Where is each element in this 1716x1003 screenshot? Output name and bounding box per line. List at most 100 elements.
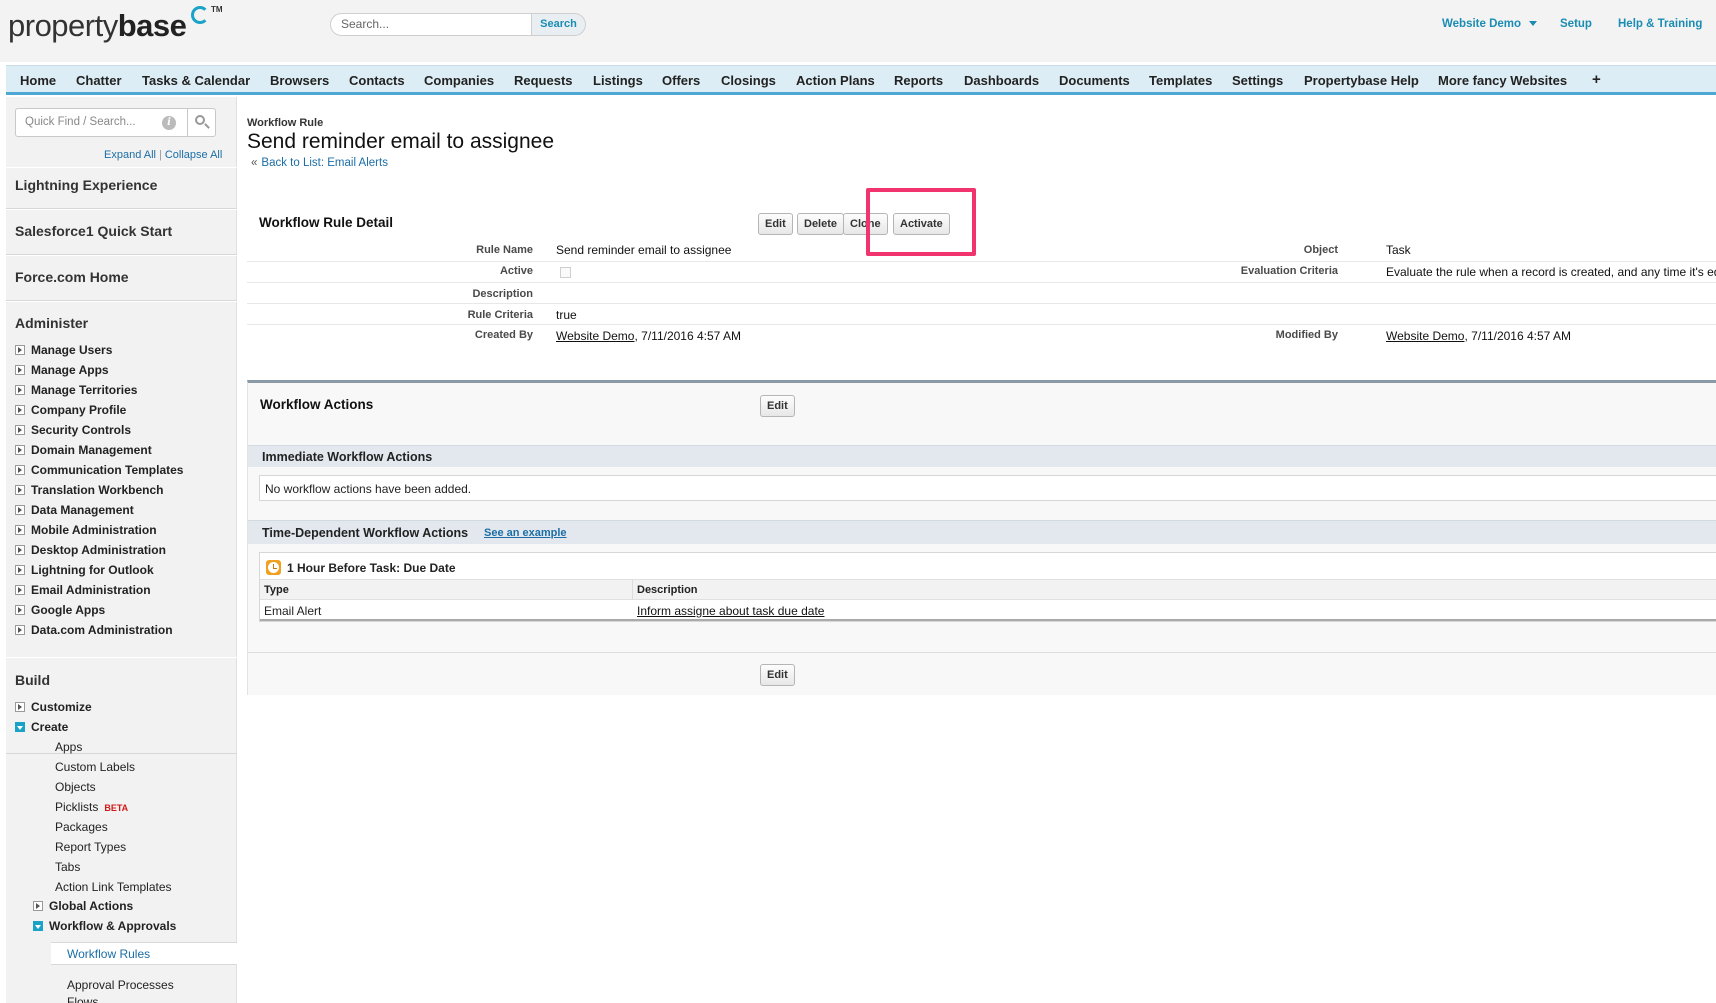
created-by-user-link[interactable]: Website Demo — [556, 329, 634, 343]
sidebar-item-flows[interactable]: Flows — [67, 995, 98, 1003]
delete-button[interactable]: Delete — [797, 213, 845, 235]
expand-icon — [15, 702, 25, 712]
immediate-actions-box: No workflow actions have been added. — [259, 475, 1716, 501]
sidebar-item-mobile-administration[interactable]: Mobile Administration — [15, 523, 157, 537]
tab-home[interactable]: Home — [20, 73, 56, 88]
time-dependent-actions-header: Time-Dependent Workflow Actions See an e… — [248, 520, 1716, 544]
sidebar-section-salesforce1[interactable]: Salesforce1 Quick Start — [6, 209, 237, 255]
modified-by-user-link[interactable]: Website Demo — [1386, 329, 1464, 343]
workflow-actions-panel: Workflow Actions Edit Immediate Workflow… — [247, 380, 1716, 695]
tab-tasks-calendar[interactable]: Tasks & Calendar — [142, 73, 250, 88]
workflow-actions-bottom-edit-button[interactable]: Edit — [760, 664, 795, 686]
expand-icon — [15, 565, 25, 575]
tab-listings[interactable]: Listings — [593, 73, 643, 88]
tab-settings[interactable]: Settings — [1232, 73, 1283, 88]
setup-sidebar: Quick Find / Search... i Expand All | Coll… — [6, 97, 237, 1003]
sidebar-item-communication-templates[interactable]: Communication Templates — [15, 463, 183, 477]
email-alert-link[interactable]: Inform assigne about task due date — [637, 604, 824, 618]
expand-icon — [15, 545, 25, 555]
col-description: Description — [637, 584, 698, 596]
sidebar-item-action-link-templates[interactable]: Action Link Templates — [55, 880, 172, 894]
sidebar-item-domain-management[interactable]: Domain Management — [15, 443, 152, 457]
expand-icon — [15, 425, 25, 435]
page-title: Send reminder email to assignee — [247, 130, 555, 153]
sidebar-item-data-management[interactable]: Data Management — [15, 503, 134, 517]
user-menu[interactable]: Website Demo — [1442, 18, 1538, 30]
info-icon[interactable]: i — [162, 116, 176, 130]
col-type: Type — [264, 584, 289, 596]
tab-requests[interactable]: Requests — [514, 73, 573, 88]
workflow-actions-edit-button[interactable]: Edit — [760, 395, 795, 417]
sidebar-item-global-actions[interactable]: Global Actions — [33, 899, 133, 913]
tab-browsers[interactable]: Browsers — [270, 73, 329, 88]
expand-icon — [15, 485, 25, 495]
sidebar-item-workflow-rules[interactable]: Workflow Rules — [51, 942, 237, 965]
tab-propertybase-help[interactable]: Propertybase Help — [1304, 73, 1419, 88]
tab-reports[interactable]: Reports — [894, 73, 943, 88]
app-header: propertybase TM Search... Search Website… — [0, 0, 1716, 62]
sidebar-item-manage-territories[interactable]: Manage Territories — [15, 383, 137, 397]
global-search-input[interactable]: Search... — [330, 13, 532, 36]
tab-contacts[interactable]: Contacts — [349, 73, 405, 88]
sidebar-item-manage-users[interactable]: Manage Users — [15, 343, 112, 357]
sidebar-item-translation-workbench[interactable]: Translation Workbench — [15, 483, 163, 497]
workflow-actions-title: Workflow Actions — [260, 397, 374, 412]
sidebar-item-manage-apps[interactable]: Manage Apps — [15, 363, 109, 377]
sidebar-item-apps[interactable]: Apps — [55, 740, 82, 754]
expand-icon — [15, 445, 25, 455]
sidebar-section-lightning[interactable]: Lightning Experience — [6, 167, 237, 209]
tab-documents[interactable]: Documents — [1059, 73, 1130, 88]
sidebar-item-packages[interactable]: Packages — [55, 820, 108, 834]
sidebar-item-datacom-administration[interactable]: Data.com Administration — [15, 623, 173, 637]
modified-by-value: Website Demo, 7/11/2016 4:57 AM — [1386, 329, 1572, 343]
back-to-list-link[interactable]: «Back to List: Email Alerts — [251, 157, 388, 169]
sidebar-section-force-home[interactable]: Force.com Home — [6, 255, 237, 301]
sidebar-item-objects[interactable]: Objects — [55, 780, 96, 794]
sidebar-item-lightning-for-outlook[interactable]: Lightning for Outlook — [15, 563, 154, 577]
edit-button[interactable]: Edit — [758, 213, 793, 235]
quick-find-search-button[interactable] — [187, 108, 216, 137]
object-value: Task — [1386, 243, 1411, 257]
sidebar-item-security-controls[interactable]: Security Controls — [15, 423, 131, 437]
collapse-all-link[interactable]: Collapse All — [165, 149, 222, 161]
expand-icon — [15, 345, 25, 355]
help-training-link[interactable]: Help & Training — [1618, 18, 1702, 30]
sidebar-item-report-types[interactable]: Report Types — [55, 840, 126, 854]
no-actions-message: No workflow actions have been added. — [265, 482, 472, 496]
tab-closings[interactable]: Closings — [721, 73, 776, 88]
setup-link[interactable]: Setup — [1560, 18, 1592, 30]
expand-icon — [15, 465, 25, 475]
sidebar-item-approval-processes[interactable]: Approval Processes — [67, 978, 174, 992]
detail-section-title: Workflow Rule Detail — [259, 215, 394, 230]
sidebar-item-create[interactable]: Create — [15, 720, 68, 734]
add-tab-icon[interactable]: + — [1592, 71, 1601, 88]
sidebar-item-desktop-administration[interactable]: Desktop Administration — [15, 543, 166, 557]
tab-companies[interactable]: Companies — [424, 73, 494, 88]
expand-all-link[interactable]: Expand All — [104, 149, 156, 161]
tab-chatter[interactable]: Chatter — [76, 73, 122, 88]
tab-action-plans[interactable]: Action Plans — [796, 73, 875, 88]
expand-icon — [15, 625, 25, 635]
sidebar-item-custom-labels[interactable]: Custom Labels — [55, 760, 135, 774]
sidebar-item-picklists[interactable]: Picklists BETA — [55, 800, 128, 814]
global-search-button[interactable]: Search — [532, 13, 586, 36]
row-type: Email Alert — [264, 604, 322, 618]
collapse-icon — [15, 722, 25, 732]
sidebar-item-email-administration[interactable]: Email Administration — [15, 583, 151, 597]
sidebar-item-customize[interactable]: Customize — [15, 700, 92, 714]
tab-offers[interactable]: Offers — [662, 73, 700, 88]
evaluation-criteria-label: Evaluation Criteria — [1240, 265, 1338, 277]
logo-ring-icon — [191, 6, 209, 24]
sidebar-item-tabs[interactable]: Tabs — [55, 860, 80, 874]
created-by-label: Created By — [474, 329, 533, 341]
collapse-icon — [33, 921, 43, 931]
tab-dashboards[interactable]: Dashboards — [964, 73, 1039, 88]
tab-templates[interactable]: Templates — [1149, 73, 1212, 88]
tab-more-fancy-websites[interactable]: More fancy Websites — [1438, 73, 1567, 88]
see-example-link[interactable]: See an example — [484, 527, 567, 539]
sidebar-item-company-profile[interactable]: Company Profile — [15, 403, 126, 417]
sidebar-item-google-apps[interactable]: Google Apps — [15, 603, 105, 617]
evaluation-criteria-value: Evaluate the rule when a record is creat… — [1386, 265, 1716, 279]
propertybase-logo[interactable]: propertybase — [8, 8, 187, 44]
sidebar-item-workflow-approvals[interactable]: Workflow & Approvals — [33, 919, 176, 933]
